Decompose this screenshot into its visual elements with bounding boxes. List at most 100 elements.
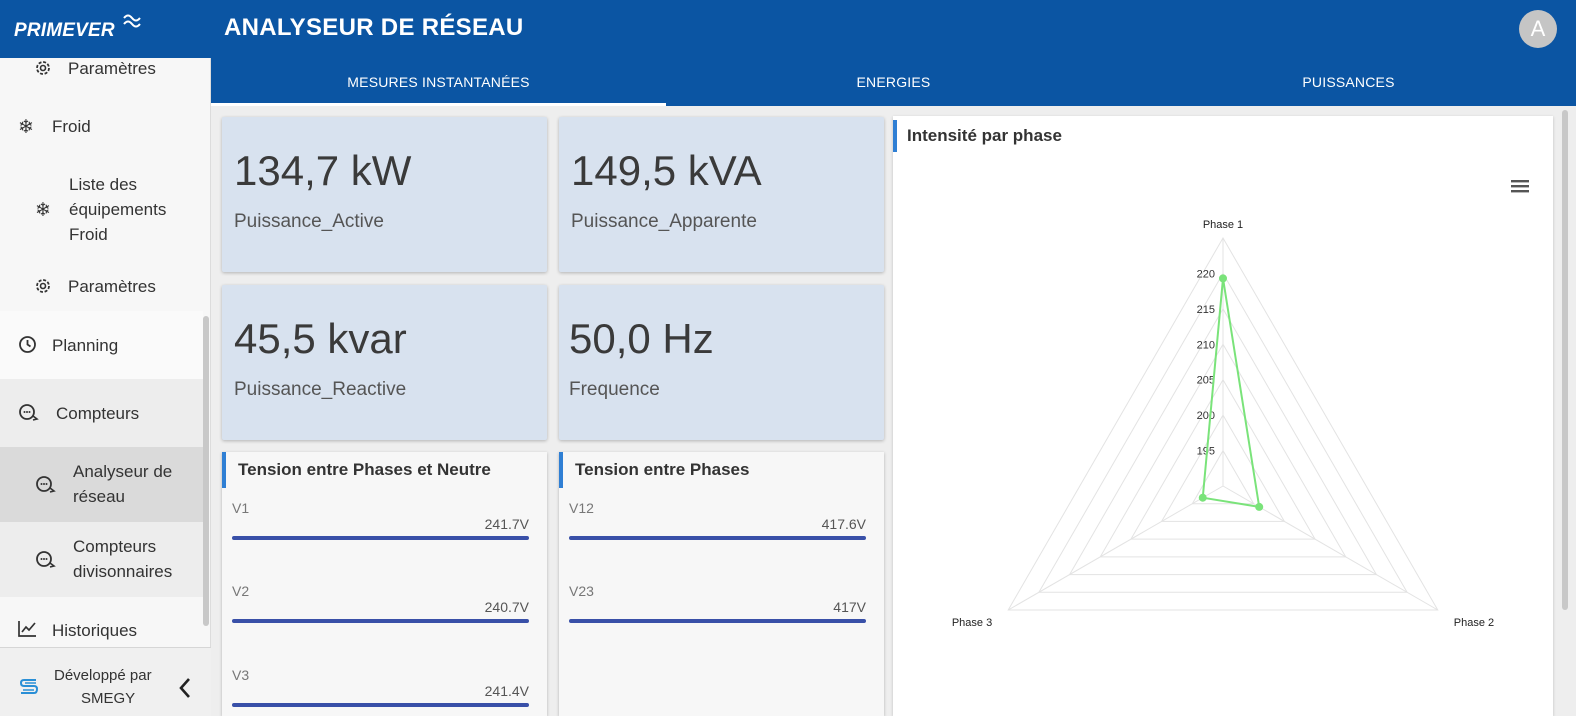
- smegy-logo-icon: [19, 679, 39, 694]
- voltage-value: 240.7V: [484, 599, 529, 615]
- sidebar-item-label-line3: Froid: [69, 225, 108, 244]
- voltage-bar: [232, 619, 529, 623]
- sidebar-item-label: Planning: [52, 336, 119, 355]
- meter-icon: [36, 476, 56, 493]
- sidebar-item-label-line1: Analyseur de: [73, 462, 173, 481]
- voltage-name: V23: [569, 583, 594, 599]
- footer-company[interactable]: SMEGY: [81, 690, 135, 707]
- sidebar-item-label-line1: Liste des: [69, 175, 138, 194]
- panel-intensite-par-phase: 195 200 205 210 215 220 Phase 1 Phase 2 Phase 3 …: [893, 116, 1553, 716]
- sidebar-item-parametres-froid[interactable]: Paramètres: [0, 271, 203, 301]
- tab-puissances[interactable]: PUISSANCES: [1121, 58, 1576, 106]
- metric-label: Puissance_Apparente: [571, 211, 757, 232]
- sidebar-item-liste-equipements-froid[interactable]: ❄ Liste des équipements Froid: [0, 172, 203, 250]
- metric-card-puissance-reactive: 45,5 kvar Puissance_Reactive: [222, 285, 547, 440]
- radar-spoke: [1007, 485, 1224, 611]
- gear-icon: [36, 61, 50, 75]
- voltage-row-v23: V23 417V: [569, 583, 866, 643]
- sidebar-item-label-line2: divisonnaires: [73, 562, 173, 581]
- voltage-name: V3: [232, 667, 250, 683]
- radar-category-label: Phase 1: [1203, 219, 1243, 231]
- metric-card-puissance-apparente: 149,5 kVA Puissance_Apparente: [559, 117, 884, 272]
- sidebar-item-planning[interactable]: Planning: [0, 311, 203, 379]
- sidebar-item-analyseur-reseau[interactable]: Analyseur de réseau: [0, 447, 203, 522]
- radar-data-point: [1255, 502, 1264, 511]
- panel-tension-phases: Tension entre Phases V12 417.6V V23 417V: [559, 452, 884, 716]
- sidebar-item-label: Paramètres: [68, 59, 156, 78]
- metric-card-frequence: 50,0 Hz Frequence: [559, 285, 884, 440]
- sidebar-item-label: Compteurs: [56, 404, 140, 423]
- sidebar-item-label: Paramètres: [68, 277, 156, 296]
- sidebar-item-compteurs-divisionnaires[interactable]: Compteurs divisonnaires: [0, 522, 203, 597]
- voltage-bar: [232, 536, 529, 540]
- panel-title: Tension entre Phases et Neutre: [222, 452, 491, 488]
- app-logo[interactable]: PRIMEVER: [14, 20, 115, 42]
- voltage-bar: [569, 536, 866, 540]
- voltage-row-v2: V2 240.7V: [232, 583, 529, 643]
- snowflake-icon: ❄: [18, 117, 34, 138]
- radar-spoke: [1222, 485, 1439, 611]
- hamburger-menu-icon[interactable]: [1510, 178, 1530, 194]
- sidebar-item-label-line2: équipements: [69, 200, 167, 219]
- metric-value: 45,5 kvar: [234, 315, 407, 362]
- gear-icon: [36, 279, 50, 293]
- sidebar-item-label-line2: réseau: [73, 487, 125, 506]
- sidebar-item-label: Froid: [52, 117, 91, 136]
- metric-card-puissance-active: 134,7 kW Puissance_Active: [222, 117, 547, 272]
- snowflake-icon: ❄: [35, 200, 51, 221]
- radar-category-label: Phase 2: [1454, 617, 1494, 629]
- metric-value: 50,0 Hz: [569, 315, 714, 362]
- tab-energies[interactable]: ENERGIES: [666, 58, 1121, 106]
- chevron-left-icon[interactable]: [178, 677, 192, 699]
- voltage-value: 241.7V: [484, 516, 529, 532]
- top-header: PRIMEVER ANALYSEUR DE RÉSEAU A: [0, 0, 1576, 58]
- voltage-value: 417V: [833, 599, 866, 615]
- voltage-name: V12: [569, 500, 594, 516]
- sidebar-scrollbar[interactable]: [203, 316, 209, 626]
- metric-value: 149,5 kVA: [571, 147, 762, 194]
- meter-icon: [19, 404, 39, 421]
- sidebar-item-label: Historiques: [52, 621, 138, 640]
- meter-icon: [36, 551, 56, 568]
- sidebar-item-label-line1: Compteurs: [73, 537, 157, 556]
- radar-category-label: Phase 3: [952, 617, 992, 629]
- radar-chart: 195200205210215220Phase 1Phase 2Phase 3: [952, 219, 1494, 629]
- radar-tick-label: 220: [1197, 268, 1215, 280]
- panel-tension-phase-neutre: Tension entre Phases et Neutre V1 241.7V…: [222, 452, 547, 716]
- sidebar-item-parametres[interactable]: Paramètres: [0, 58, 203, 80]
- radar-tick-label: 200: [1197, 410, 1215, 422]
- voltage-name: V2: [232, 583, 250, 599]
- voltage-value: 417.6V: [821, 516, 866, 532]
- sidebar-item-compteurs[interactable]: Compteurs: [0, 379, 203, 447]
- radar-data-point: [1198, 493, 1207, 502]
- voltage-bar: [569, 619, 866, 623]
- logo-mark-icon: [123, 14, 141, 28]
- radar-data-point: [1219, 274, 1227, 283]
- metric-label: Frequence: [569, 379, 660, 400]
- page-title: ANALYSEUR DE RÉSEAU: [224, 14, 524, 41]
- chart-line-icon: [18, 621, 36, 637]
- sidebar: Paramètres ❄ Froid ❄ Liste des équipemen…: [0, 58, 211, 716]
- tab-mesures-instantanees[interactable]: MESURES INSTANTANÉES: [211, 58, 666, 106]
- user-avatar[interactable]: A: [1519, 10, 1557, 48]
- voltage-row-v3: V3 241.4V: [232, 667, 529, 716]
- metric-label: Puissance_Active: [234, 211, 384, 232]
- content-scrollbar[interactable]: [1562, 110, 1568, 610]
- voltage-row-v12: V12 417.6V: [569, 500, 866, 560]
- sidebar-item-froid[interactable]: ❄ Froid: [0, 106, 203, 150]
- sidebar-item-historiques[interactable]: Historiques: [0, 608, 203, 648]
- voltage-value: 241.4V: [484, 683, 529, 699]
- voltage-row-v1: V1 241.7V: [232, 500, 529, 560]
- chart-title: Intensité par phase: [893, 120, 1062, 152]
- panel-title: Tension entre Phases: [559, 452, 749, 488]
- footer-developed-by: Développé par: [54, 667, 152, 684]
- metric-value: 134,7 kW: [234, 147, 412, 194]
- voltage-bar: [232, 703, 529, 707]
- voltage-name: V1: [232, 500, 250, 516]
- metric-label: Puissance_Reactive: [234, 379, 407, 400]
- radar-tick-label: 215: [1197, 304, 1215, 316]
- radar-tick-label: 210: [1197, 339, 1215, 351]
- sidebar-footer: Développé par SMEGY: [0, 647, 211, 716]
- clock-icon: [19, 336, 36, 353]
- tab-bar: MESURES INSTANTANÉES ENERGIES PUISSANCES: [211, 58, 1576, 106]
